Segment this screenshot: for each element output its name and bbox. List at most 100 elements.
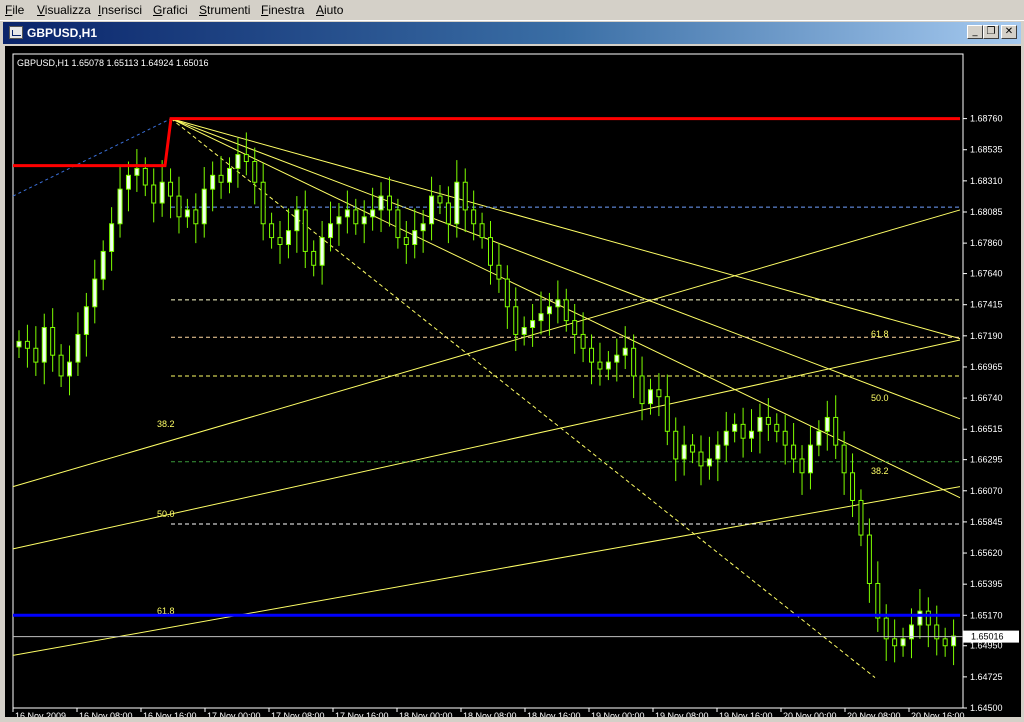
- plot-frame: [12, 53, 964, 709]
- x-tick-label: 18 Nov 00:00: [399, 711, 453, 717]
- y-tick-label: 1.64500: [970, 703, 1003, 713]
- candle-body: [260, 181, 266, 225]
- window-title: GBPUSD,H1: [27, 26, 98, 40]
- y-tick-label: 1.67640: [970, 269, 1003, 279]
- candle-body: [479, 223, 485, 239]
- chart-info-line: GBPUSD,H1 1.65078 1.65113 1.64924 1.6501…: [17, 58, 208, 68]
- candle-body: [210, 174, 216, 190]
- candle-body: [774, 423, 780, 432]
- candle-body: [723, 430, 729, 446]
- candle-body: [294, 209, 300, 232]
- candle-body: [33, 347, 39, 363]
- candle-body: [361, 216, 367, 225]
- candle-body: [142, 167, 148, 186]
- candle-body: [807, 444, 813, 474]
- resistance-line: [13, 117, 960, 168]
- candle-body: [631, 347, 637, 377]
- price-chart[interactable]: GBPUSD,H1 1.65078 1.65113 1.64924 1.6501…: [5, 46, 1021, 721]
- candle-body: [732, 423, 738, 432]
- y-tick-label: 1.65845: [970, 517, 1003, 527]
- menu-aiuto[interactable]: Aiuto: [316, 3, 343, 17]
- menu-finestra[interactable]: Finestra: [261, 3, 304, 17]
- candle-body: [925, 610, 931, 626]
- candle-body: [589, 347, 595, 363]
- candle-body: [386, 195, 392, 211]
- candle-body: [471, 209, 477, 225]
- candle-body: [622, 347, 628, 356]
- y-tick-label: 1.66070: [970, 486, 1003, 496]
- y-tick-label: 1.68085: [970, 207, 1003, 217]
- candle-body: [572, 320, 578, 335]
- candle-body: [799, 458, 805, 474]
- candle-body: [883, 617, 889, 640]
- candle-body: [403, 237, 409, 246]
- candle-body: [100, 250, 106, 280]
- candle-body: [488, 237, 493, 266]
- candle-body: [336, 216, 342, 225]
- candle-body: [664, 396, 670, 432]
- candle-body: [445, 202, 451, 225]
- y-tick-label: 1.66515: [970, 424, 1003, 434]
- candle-body: [782, 430, 788, 446]
- candle-body: [749, 430, 755, 439]
- x-tick-label: 19 Nov 16:00: [719, 711, 773, 717]
- candle-body: [109, 223, 115, 252]
- candle-body: [614, 354, 620, 363]
- fib-label: 61.8: [871, 329, 889, 339]
- candle-body: [437, 195, 443, 204]
- candle-body: [900, 638, 906, 647]
- fib-label: 38.2: [871, 466, 889, 476]
- candle-body: [555, 299, 561, 308]
- restore-button[interactable]: ❐: [983, 25, 999, 39]
- close-button[interactable]: ✕: [1001, 25, 1017, 39]
- menu-inserisci[interactable]: Inserisci: [98, 3, 142, 17]
- candle-body: [690, 444, 696, 453]
- x-tick-label: 18 Nov 16:00: [527, 711, 581, 717]
- candle-body: [504, 278, 510, 308]
- candle-body: [639, 375, 645, 405]
- menu-visualizza[interactable]: Visualizza: [37, 3, 91, 17]
- candle-body: [218, 174, 224, 183]
- menu-strumenti[interactable]: Strumenti: [199, 3, 250, 17]
- window-titlebar[interactable]: GBPUSD,H1 _ ❐ ✕: [3, 22, 1021, 44]
- candle-body: [875, 582, 881, 619]
- y-tick-label: 1.67190: [970, 331, 1003, 341]
- candle-body: [538, 313, 544, 322]
- x-tick-label: 16 Nov 2009: [15, 711, 66, 717]
- menu-grafici[interactable]: Grafici: [153, 3, 188, 17]
- chart-window: GBPUSD,H1 _ ❐ ✕ GBPUSD,H1 1.65078 1.6511…: [3, 22, 1021, 721]
- candle-body: [75, 333, 81, 363]
- candle-body: [328, 223, 334, 239]
- candle-body: [681, 444, 687, 460]
- candle-body: [546, 306, 552, 315]
- fib-fan-line: [170, 118, 961, 420]
- candle-body: [24, 340, 30, 349]
- candle-body: [892, 638, 898, 647]
- chart-canvas[interactable]: GBPUSD,H1 1.65078 1.65113 1.64924 1.6501…: [5, 46, 1021, 721]
- candle-body: [412, 230, 418, 246]
- candle-body: [201, 188, 207, 225]
- x-tick-label: 16 Nov 08:00: [79, 711, 133, 717]
- x-tick-label: 17 Nov 16:00: [335, 711, 389, 717]
- menu-file[interactable]: File: [5, 3, 24, 17]
- candle-body: [92, 278, 98, 308]
- candle-body: [698, 451, 704, 467]
- candle-body: [193, 209, 199, 225]
- candle-body: [235, 154, 241, 169]
- candle-body: [226, 167, 232, 183]
- candle-body: [816, 430, 822, 446]
- x-tick-label: 17 Nov 08:00: [271, 711, 325, 717]
- fib-channel-line: [12, 486, 961, 656]
- candle-body: [917, 610, 923, 626]
- candle-body: [513, 306, 519, 335]
- chart-window-icon: [9, 26, 23, 39]
- candle-body: [740, 423, 746, 439]
- candle-body: [420, 223, 426, 232]
- y-tick-label: 1.66965: [970, 362, 1003, 372]
- candle-body: [243, 154, 249, 162]
- candle-body: [841, 444, 847, 474]
- minimize-button[interactable]: _: [967, 25, 983, 39]
- fib-fan-line: [170, 118, 876, 678]
- candle-body: [563, 299, 569, 322]
- fib-label: 38.2: [157, 419, 175, 429]
